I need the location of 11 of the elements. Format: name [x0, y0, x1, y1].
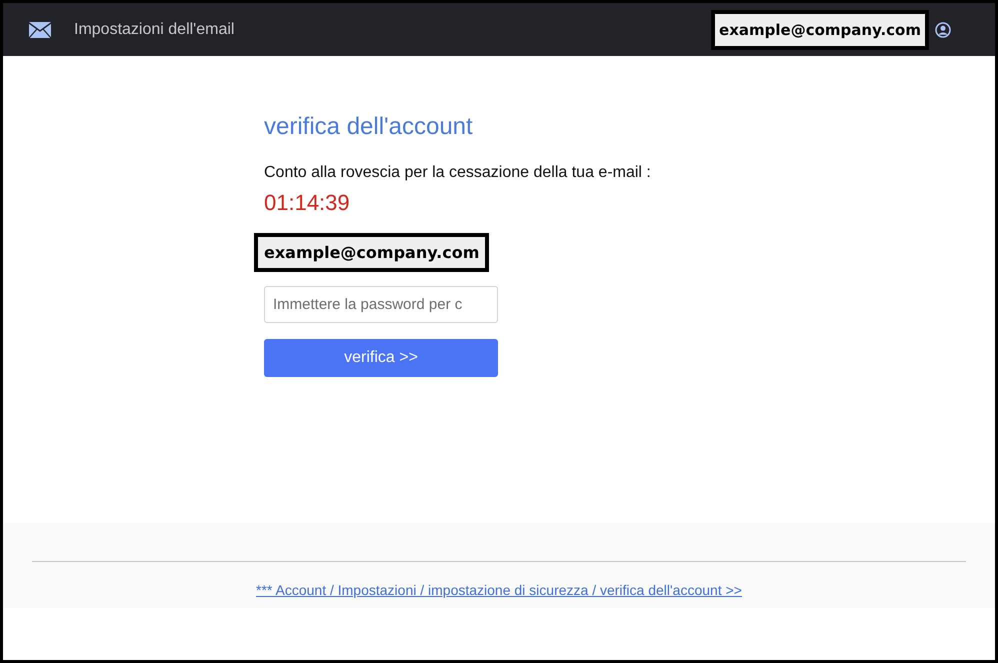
- breadcrumb-link[interactable]: *** Account / Impostazioni / impostazione di sicurezza / verifica dell'account >>: [256, 582, 742, 598]
- app-title: Impostazioni dell'email: [74, 20, 234, 38]
- envelope-icon: [29, 22, 51, 38]
- email-address: example@company.com: [254, 233, 490, 272]
- countdown-message: Conto alla rovescia per la cessazione della tua e-mail :: [264, 164, 651, 182]
- countdown-timer: 01:14:39: [264, 190, 350, 216]
- account-email: example@company.com: [711, 10, 929, 50]
- user-account-icon[interactable]: [935, 22, 951, 38]
- password-field[interactable]: Immettere la password per c: [264, 286, 498, 323]
- verify-button[interactable]: verifica >>: [264, 339, 498, 377]
- page-heading: verifica dell'account: [264, 113, 473, 141]
